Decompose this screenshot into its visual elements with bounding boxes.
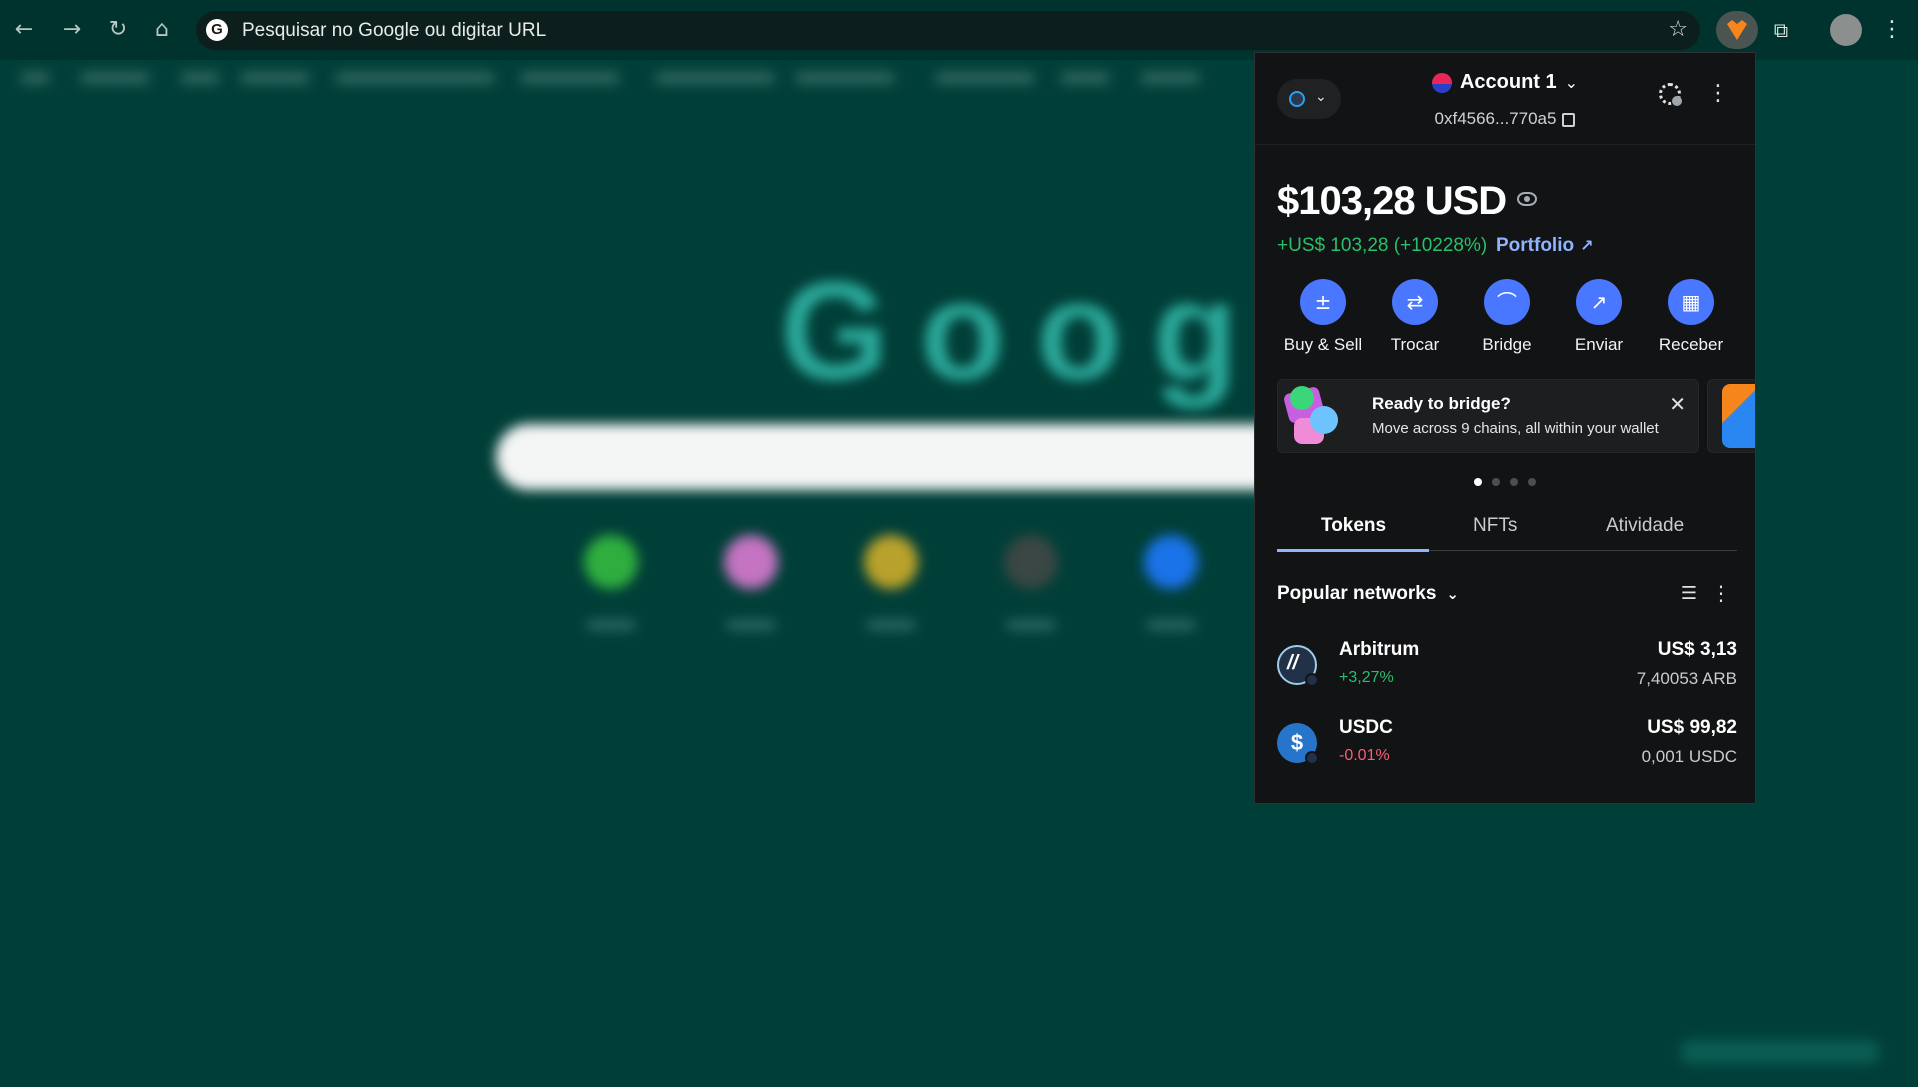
token-options-icon[interactable]: ⋮: [1711, 581, 1731, 605]
bridge-promo-card[interactable]: Ready to bridge? Move across 9 chains, a…: [1277, 379, 1699, 453]
external-link-icon: ↗: [1580, 236, 1594, 255]
copy-icon[interactable]: [1562, 112, 1576, 127]
token-change: -0.01%: [1339, 747, 1390, 764]
account-name: Account 1: [1459, 71, 1557, 93]
token-name: Arbitrum: [1339, 639, 1420, 660]
browser-menu-icon[interactable]: ⋮: [1880, 14, 1904, 46]
tab-tokens[interactable]: Tokens: [1321, 515, 1386, 537]
send-button[interactable]: ↗ Enviar: [1553, 279, 1645, 355]
shortcut-label: [1006, 620, 1056, 630]
token-quantity: 7,40053 ARB: [1636, 669, 1737, 688]
address-text: 0xf4566...770a5: [1434, 109, 1557, 128]
metamask-popup: ⌄ Account 1 ⌄ 0xf4566...770a5 ⋮ $103,28 U…: [1254, 52, 1756, 804]
address-bar-placeholder: Pesquisar no Google ou digitar URL: [242, 20, 547, 41]
total-balance: $103,28 USD: [1277, 179, 1507, 223]
receive-icon: ▦: [1668, 279, 1714, 325]
shortcut-label: [866, 620, 916, 630]
token-name: USDC: [1339, 717, 1393, 738]
token-fiat-value: US$ 99,82: [1647, 717, 1737, 738]
connected-sites-icon[interactable]: [1659, 83, 1682, 106]
shortcut-tile: [1144, 535, 1198, 589]
carousel-dot[interactable]: [1474, 478, 1482, 486]
shortcut-tile: [584, 535, 638, 589]
carousel-dot[interactable]: [1528, 478, 1536, 486]
token-fiat-value: US$ 3,13: [1657, 639, 1737, 660]
send-icon: ↗: [1576, 279, 1622, 325]
promo-subtitle: Move across 9 chains, all within your wa…: [1372, 420, 1659, 437]
bookmark-star-icon[interactable]: ☆: [1668, 17, 1688, 42]
promo-title: Ready to bridge?: [1372, 394, 1511, 413]
bridge-icon: ⌒: [1484, 279, 1530, 325]
buy-sell-icon: ±: [1300, 279, 1346, 325]
network-badge-icon: [1305, 673, 1319, 687]
swap-icon: ⇄: [1392, 279, 1438, 325]
carousel-dot[interactable]: [1492, 478, 1500, 486]
shortcut-tile: [864, 535, 918, 589]
shortcut-tile: [1004, 535, 1058, 589]
tab-activity[interactable]: Atividade: [1606, 515, 1684, 537]
carousel-dots: [1255, 473, 1755, 491]
shortcut-label: [1146, 620, 1196, 630]
metamask-extension-button[interactable]: [1716, 11, 1758, 49]
receive-button[interactable]: ▦ Receber: [1645, 279, 1737, 355]
sort-filter-icon[interactable]: ☰: [1681, 583, 1697, 604]
wallet-header: ⌄ Account 1 ⌄ 0xf4566...770a5 ⋮: [1255, 53, 1755, 145]
wallet-tabs: Tokens NFTs Atividade: [1277, 509, 1737, 552]
customize-button: [1680, 1040, 1880, 1064]
back-arrow-icon[interactable]: ←: [8, 14, 40, 46]
account-avatar-icon: [1431, 72, 1452, 93]
eye-icon[interactable]: [1517, 192, 1537, 206]
bridge-button[interactable]: ⌒ Bridge: [1461, 279, 1553, 355]
chevron-down-icon: ⌄: [1564, 73, 1579, 92]
token-quantity: 0,001 USDC: [1641, 747, 1737, 766]
shortcut-tile: [724, 535, 778, 589]
balance-change: +US$ 103,28 (+10228%): [1277, 235, 1488, 256]
forward-arrow-icon[interactable]: →: [56, 14, 88, 46]
token-row-usdc[interactable]: USDC -0.01% US$ 99,82 0,001 USDC: [1277, 717, 1737, 777]
chevron-down-icon: ⌄: [1446, 585, 1459, 603]
active-tab-indicator: [1277, 549, 1429, 552]
metamask-fox-icon: [1727, 20, 1747, 40]
promo-illustration: [1722, 384, 1755, 448]
buy-sell-button[interactable]: ± Buy & Sell: [1277, 279, 1369, 355]
shortcut-label: [586, 620, 636, 630]
token-change: +3,27%: [1339, 669, 1394, 686]
carousel-dot[interactable]: [1510, 478, 1518, 486]
next-promo-card[interactable]: [1707, 379, 1755, 453]
token-filter-row: Popular networks ⌄ ☰ ⋮: [1277, 581, 1737, 611]
swap-button[interactable]: ⇄ Trocar: [1369, 279, 1461, 355]
extensions-puzzle-icon[interactable]: ⧉: [1762, 11, 1800, 49]
bridge-promo-illustration: [1282, 385, 1350, 448]
google-g-icon: G: [206, 19, 228, 41]
browser-toolbar: ← → ↻ ⌂ G Pesquisar no Google ou digitar…: [0, 0, 1918, 60]
network-filter-dropdown[interactable]: Popular networks ⌄: [1277, 583, 1459, 605]
shortcut-label: [726, 620, 776, 630]
wallet-menu-icon[interactable]: ⋮: [1707, 81, 1729, 106]
profile-avatar[interactable]: [1830, 14, 1862, 46]
token-row-arbitrum[interactable]: Arbitrum +3,27% US$ 3,13 7,40053 ARB: [1277, 639, 1737, 699]
account-address[interactable]: 0xf4566...770a5: [1255, 109, 1755, 129]
portfolio-link[interactable]: Portfolio ↗: [1496, 235, 1594, 257]
reload-icon[interactable]: ↻: [102, 14, 134, 46]
close-icon[interactable]: ✕: [1669, 392, 1686, 416]
tab-nfts[interactable]: NFTs: [1473, 515, 1517, 537]
address-bar[interactable]: G Pesquisar no Google ou digitar URL ☆: [196, 11, 1700, 50]
home-icon[interactable]: ⌂: [146, 14, 178, 46]
network-badge-icon: [1305, 751, 1319, 765]
action-buttons: ± Buy & Sell ⇄ Trocar ⌒ Bridge ↗ Enviar …: [1277, 279, 1737, 359]
